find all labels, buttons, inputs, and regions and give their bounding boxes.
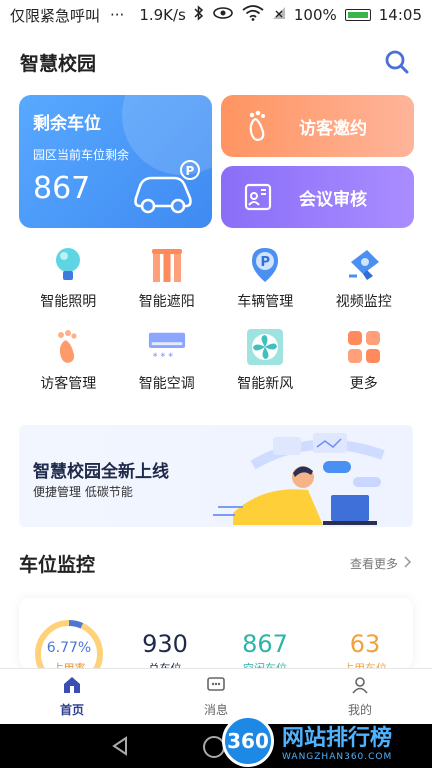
profile-icon (350, 676, 370, 697)
function-label: 车辆管理 (237, 294, 294, 310)
function-item-shading[interactable]: 智能遮阳 (118, 245, 217, 315)
svg-text:P: P (261, 255, 271, 270)
function-label: 智能新风 (237, 376, 294, 392)
camera-icon (344, 245, 384, 285)
air-conditioner-icon: * * * (147, 327, 187, 367)
total-spaces-label: 总车位 (125, 660, 205, 668)
function-item-lighting[interactable]: 智能照明 (19, 245, 118, 315)
used-spaces-label: 占用车位 (325, 660, 405, 668)
car-icon: P (130, 158, 202, 220)
clock-time: 14:05 (378, 6, 422, 24)
occupancy-percent: 6.77% (46, 640, 92, 656)
function-item-more[interactable]: 更多 (315, 327, 414, 397)
footprint-icon (233, 109, 283, 143)
parking-pin-icon: P (245, 245, 285, 285)
function-item-video[interactable]: 视频监控 (315, 245, 414, 315)
used-spaces-value: 63 (349, 630, 381, 658)
visitor-invite-card[interactable]: 访客邀约 (221, 95, 414, 157)
parking-card[interactable]: 剩余车位 园区当前车位剩余 867 P (19, 95, 212, 228)
view-more-link[interactable]: 查看更多 (350, 555, 412, 572)
function-label: 智能遮阳 (138, 294, 195, 310)
wifi-icon (242, 5, 264, 25)
view-more-label: 查看更多 (349, 557, 398, 571)
function-item-aircon[interactable]: * * * 智能空调 (118, 327, 217, 397)
promo-banner[interactable]: 智慧校园全新上线 便捷管理 低碳节能 (19, 425, 413, 527)
tab-home[interactable]: 首页 (0, 669, 144, 724)
home-icon (62, 676, 82, 697)
battery-icon (344, 9, 371, 21)
function-item-visitor[interactable]: 访客管理 (19, 327, 118, 397)
function-label: 访客管理 (40, 376, 97, 392)
chevron-right-icon (404, 556, 412, 571)
section-title: 车位监控 (19, 554, 96, 576)
network-speed: 1.9K/s (139, 6, 186, 24)
function-label: 智能照明 (40, 294, 97, 310)
vibrate-icon (212, 6, 234, 24)
banner-subtitle: 便捷管理 低碳节能 (33, 485, 133, 499)
meeting-review-card[interactable]: 会议审核 (221, 166, 414, 228)
watermark-logo: 360 (222, 715, 274, 767)
blinds-icon (147, 245, 187, 285)
function-item-vehicle[interactable]: P 车辆管理 (216, 245, 315, 315)
footprint-icon (48, 327, 88, 367)
bluetooth-icon (194, 5, 204, 25)
total-spaces-value: 930 (142, 630, 188, 658)
svg-text:* * *: * * * (152, 351, 173, 362)
watermark-url: WANGZHAN360.COM (282, 752, 393, 762)
occupancy-donut: 6.77% 占用率 (33, 618, 105, 668)
site-watermark: 360 网站排行榜 WANGZHAN360.COM (222, 714, 392, 768)
page-title: 智慧校园 (20, 52, 97, 75)
used-spaces-stat: 63 占用车位 (325, 630, 405, 668)
function-grid: 智能照明 智能遮阳 P 车辆管理 视频监控 访客管理 * * * 智能空调 智能… (19, 245, 413, 397)
visitor-invite-label: 访客邀约 (299, 118, 367, 139)
free-spaces-stat: 867 空闲车位 (225, 630, 305, 668)
meeting-document-icon (233, 182, 283, 212)
signal-icon (272, 6, 286, 24)
status-bar: 仅限紧急呼叫 ··· 1.9K/s 100% 14:05 (0, 0, 432, 30)
tab-label: 首页 (59, 702, 84, 717)
back-icon[interactable] (110, 736, 130, 760)
search-icon[interactable] (382, 47, 412, 77)
watermark-title: 网站排行榜 (282, 726, 393, 751)
svg-text:P: P (186, 164, 195, 178)
function-label: 更多 (349, 376, 378, 392)
total-spaces-stat: 930 总车位 (125, 630, 205, 668)
function-label: 智能空调 (138, 376, 195, 392)
status-dots: ··· (110, 6, 125, 24)
battery-percent: 100% (293, 6, 337, 24)
free-spaces-value: 867 (242, 630, 288, 658)
fan-icon (245, 327, 285, 367)
banner-illustration (213, 425, 413, 527)
occupancy-label: 占用率 (33, 660, 105, 668)
function-item-ventilation[interactable]: 智能新风 (216, 327, 315, 397)
function-label: 视频监控 (335, 294, 392, 310)
banner-title: 智慧校园全新上线 (33, 462, 169, 482)
carrier-text: 仅限紧急呼叫 (10, 6, 101, 25)
meeting-review-label: 会议审核 (299, 189, 367, 210)
message-icon (206, 676, 226, 697)
grid-more-icon (344, 327, 384, 367)
lightbulb-icon (48, 245, 88, 285)
app-header: 智慧校园 (0, 42, 432, 82)
parking-stats-card: 6.77% 占用率 930 总车位 867 空闲车位 63 占用车位 (19, 598, 413, 668)
free-spaces-label: 空闲车位 (225, 660, 305, 668)
